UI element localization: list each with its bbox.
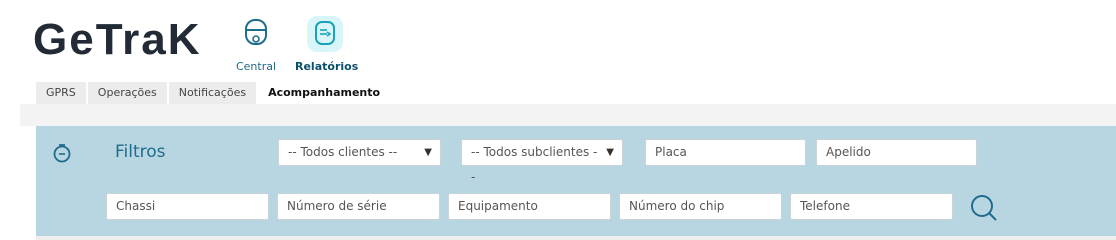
equipment-input[interactable]: Equipamento xyxy=(448,193,611,220)
tab-gprs[interactable]: GPRS xyxy=(36,82,86,104)
serial-number-input[interactable]: Número de série xyxy=(277,193,440,220)
tab-acompanhamento[interactable]: Acompanhamento xyxy=(258,82,391,104)
report-tabs: GPRS Operações Notificações Acompanhamen… xyxy=(36,82,392,104)
app-header: GeTraK Central Relatórios GPRS Operações… xyxy=(0,0,1116,104)
apelido-input[interactable]: Apelido xyxy=(816,139,977,166)
filters-panel: Filtros -- Todos clientes -- ▼ -- Todos … xyxy=(36,126,1116,236)
clients-select-value: -- Todos clientes -- xyxy=(288,145,398,159)
clients-select[interactable]: -- Todos clientes -- ▼ xyxy=(278,139,441,166)
headset-icon xyxy=(238,16,274,52)
timer-icon[interactable] xyxy=(52,143,72,163)
chassi-input[interactable]: Chassi xyxy=(106,193,269,220)
filters-title: Filtros xyxy=(115,142,166,162)
content-band xyxy=(20,104,1116,126)
placa-input[interactable]: Placa xyxy=(645,139,806,166)
chevron-down-icon: ▼ xyxy=(424,147,432,158)
nav-central-label: Central xyxy=(235,60,277,73)
subclients-select-value: -- Todos subclientes -- xyxy=(471,145,598,184)
report-icon xyxy=(307,16,343,52)
tab-notificacoes[interactable]: Notificações xyxy=(168,82,257,104)
search-icon[interactable] xyxy=(968,192,1000,224)
chip-number-input[interactable]: Número do chip xyxy=(619,193,782,220)
subclients-select[interactable]: -- Todos subclientes -- ▼ xyxy=(461,139,623,184)
chevron-down-icon: ▼ xyxy=(606,147,614,158)
svg-text:GeTraK: GeTraK xyxy=(33,18,202,62)
phone-input[interactable]: Telefone xyxy=(790,193,953,220)
getrak-logo[interactable]: GeTraK xyxy=(33,18,215,62)
nav-relatorios-label: Relatórios xyxy=(295,60,359,73)
tab-operacoes[interactable]: Operações xyxy=(87,82,167,104)
results-strip xyxy=(36,236,1116,240)
